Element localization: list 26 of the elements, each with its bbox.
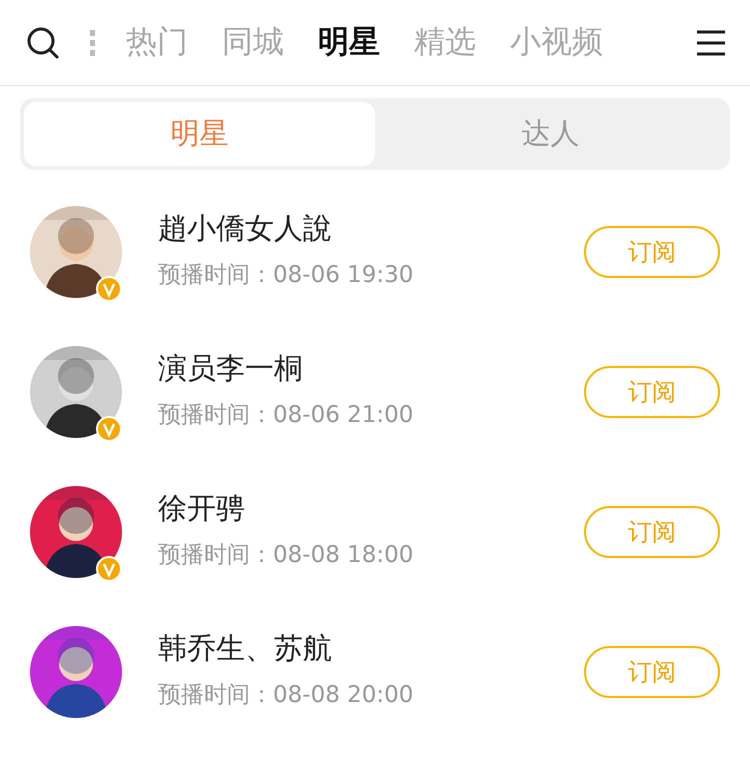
- subscribe-button[interactable]: 订阅: [584, 506, 720, 558]
- broadcast-time: 08-08 18:00: [273, 541, 414, 570]
- search-icon[interactable]: [26, 26, 60, 60]
- time-label: 预播时间：: [158, 401, 273, 430]
- nav-tab[interactable]: 热门: [126, 19, 188, 66]
- segment-tab[interactable]: 达人: [375, 102, 726, 166]
- nav-tab[interactable]: 精选: [414, 19, 476, 66]
- broadcast-time: 08-06 21:00: [273, 401, 414, 430]
- nav-tab[interactable]: 明星: [318, 19, 380, 66]
- broadcast-time: 08-08 20:00: [273, 681, 414, 710]
- subscribe-button[interactable]: 订阅: [584, 366, 720, 418]
- broadcast-time: 08-06 19:30: [273, 261, 414, 290]
- time-label: 预播时间：: [158, 261, 273, 290]
- time-label: 预播时间：: [158, 681, 273, 710]
- subscribe-button[interactable]: 订阅: [584, 226, 720, 278]
- menu-icon[interactable]: [696, 28, 726, 56]
- dots-icon: [88, 28, 96, 58]
- streamer-name: 演员李一桐: [158, 351, 304, 386]
- segment-tab[interactable]: 明星: [24, 102, 375, 166]
- streamer-name: 韩乔生、苏航: [158, 631, 333, 666]
- streamer-name: 徐开骋: [158, 491, 246, 526]
- nav-tab[interactable]: 小视频: [510, 19, 603, 66]
- streamer-name: 趙小僑女人說: [158, 211, 333, 246]
- time-label: 预播时间：: [158, 541, 273, 570]
- nav-tab[interactable]: 同城: [222, 19, 284, 66]
- subscribe-button[interactable]: 订阅: [584, 646, 720, 698]
